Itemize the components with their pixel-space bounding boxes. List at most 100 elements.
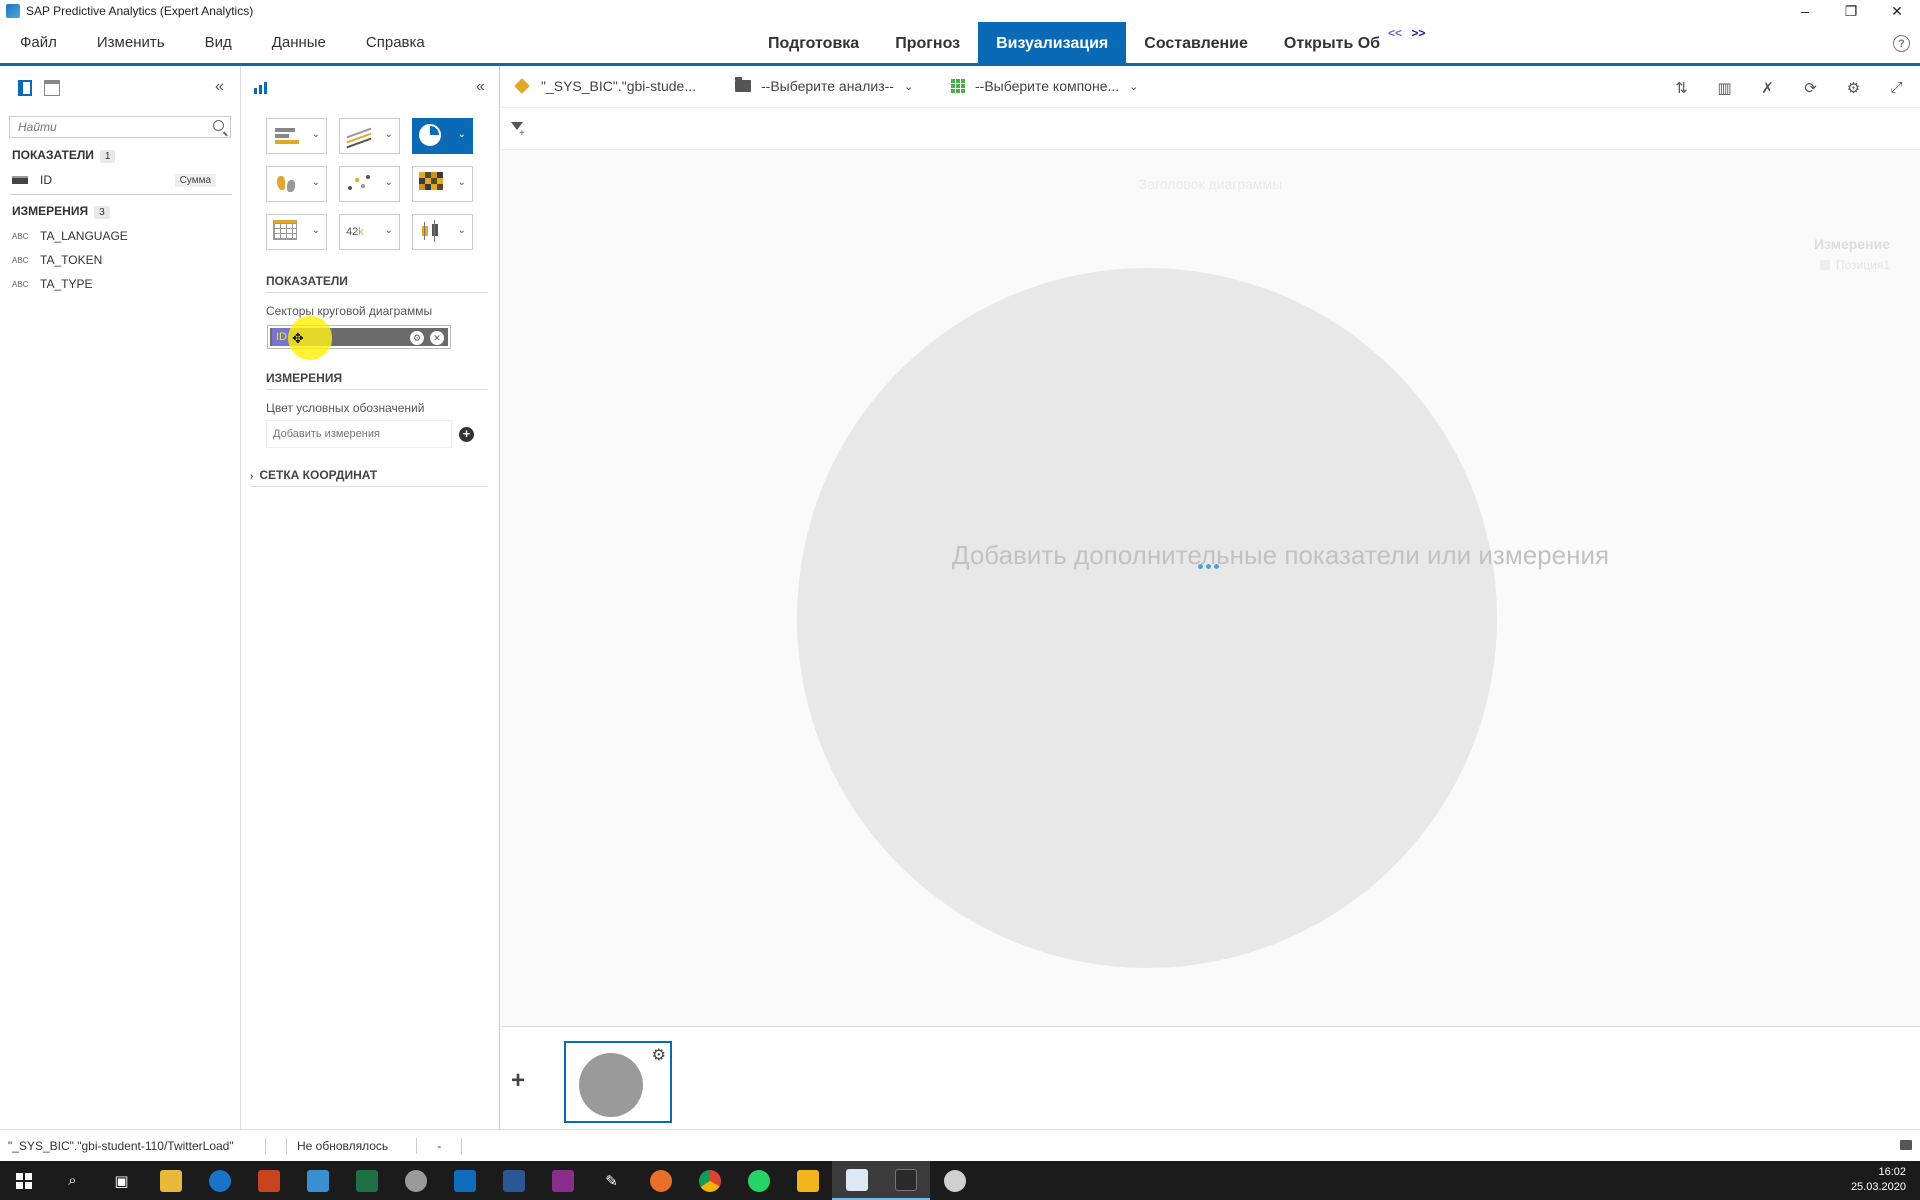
chevron-down-icon: ⌄: [311, 177, 320, 188]
edge-icon[interactable]: [195, 1161, 244, 1200]
chrome-icon[interactable]: [685, 1161, 734, 1200]
analytics-icon[interactable]: [783, 1161, 832, 1200]
dimension-item-ta-type[interactable]: ABC TA_TYPE: [12, 274, 232, 294]
task-view-icon[interactable]: ▣: [97, 1161, 146, 1200]
dimension-item-ta-token[interactable]: ABC TA_TOKEN: [12, 250, 232, 270]
chevron-down-icon: ⌄: [311, 129, 320, 140]
app-icon[interactable]: [293, 1161, 342, 1200]
object-view-icon[interactable]: [18, 80, 32, 96]
file-explorer-icon[interactable]: [146, 1161, 195, 1200]
search-taskbar-icon[interactable]: ⌕: [48, 1161, 97, 1200]
add-dimension-button[interactable]: +: [459, 427, 474, 442]
sort-icon[interactable]: ⇅: [1672, 78, 1691, 97]
start-button[interactable]: [0, 1161, 48, 1200]
line-chart-button[interactable]: ⌄: [339, 118, 400, 154]
word-icon[interactable]: [489, 1161, 538, 1200]
grid-view-icon[interactable]: [44, 80, 60, 96]
comment-icon[interactable]: [1900, 1140, 1912, 1150]
dataset-icon: [514, 78, 530, 94]
component-selector[interactable]: --Выберите компоне... ⌄: [951, 78, 1138, 94]
settings-gear-icon[interactable]: ⚙: [1844, 78, 1863, 97]
geo-chart-button[interactable]: ⌄: [266, 166, 327, 202]
table-chart-button[interactable]: ⌄: [266, 214, 327, 250]
menu-help[interactable]: Справка: [346, 34, 445, 51]
add-filter-icon[interactable]: [511, 122, 525, 139]
box-plot-icon: [419, 220, 447, 244]
bar-chart-button[interactable]: ⌄: [266, 118, 327, 154]
search-icon[interactable]: [213, 120, 224, 131]
menu-file[interactable]: Файл: [0, 34, 77, 51]
measure-item-id[interactable]: ID Сумма: [12, 170, 232, 190]
powerpoint-icon[interactable]: [244, 1161, 293, 1200]
status-dash: -: [437, 1138, 442, 1153]
chevron-right-icon: ›: [250, 471, 254, 482]
divider: [461, 1137, 463, 1154]
pdf-icon[interactable]: [538, 1161, 587, 1200]
chevron-down-icon: ⌄: [457, 129, 466, 140]
tab-compose[interactable]: Составление: [1126, 22, 1266, 66]
rank-icon[interactable]: ▥: [1715, 78, 1734, 97]
tab-share[interactable]: Открыть Об: [1266, 22, 1398, 66]
numeric-point-suffix: k: [358, 226, 364, 238]
loading-spinner: [1198, 564, 1219, 569]
tab-predict[interactable]: Прогноз: [877, 22, 978, 66]
excel-icon[interactable]: [342, 1161, 391, 1200]
add-page-button[interactable]: +: [511, 1067, 525, 1095]
builder-measures-title: ПОКАЗАТЕЛИ: [266, 274, 348, 288]
search-input[interactable]: [10, 117, 200, 137]
add-dimension-input[interactable]: [267, 421, 447, 447]
aggregation-badge[interactable]: Сумма: [174, 173, 216, 187]
dataset-selector[interactable]: "_SYS_BIC"."gbi-stude...: [514, 78, 696, 94]
whatsapp-icon[interactable]: [734, 1161, 783, 1200]
menu-data[interactable]: Данные: [252, 34, 346, 51]
video-editor-icon[interactable]: [881, 1161, 930, 1200]
close-button[interactable]: ✕: [1874, 0, 1920, 22]
tab-visualize[interactable]: Визуализация: [978, 22, 1127, 66]
firefox-icon[interactable]: [636, 1161, 685, 1200]
pie-placeholder: [797, 268, 1497, 968]
refresh-icon[interactable]: ⟳: [1801, 78, 1820, 97]
help-icon[interactable]: ?: [1893, 35, 1910, 52]
menu-view[interactable]: Вид: [185, 34, 252, 51]
pen-icon[interactable]: ✎: [587, 1161, 636, 1200]
sap-predictive-icon[interactable]: [832, 1161, 881, 1200]
folder-icon: [735, 77, 751, 92]
collapse-data-pane-button[interactable]: «: [215, 78, 224, 96]
measure-chip-id[interactable]: ID ✥ ⚙ ✕: [267, 316, 451, 360]
analysis-selector[interactable]: --Выберите анализ-- ⌄: [735, 77, 913, 94]
numeric-point-value: 42: [346, 226, 359, 238]
fullscreen-icon[interactable]: ⤢: [1887, 78, 1906, 97]
outlook-icon[interactable]: [440, 1161, 489, 1200]
clear-filter-icon[interactable]: ✗: [1758, 78, 1777, 97]
tab-scroll-left-button[interactable]: <<: [1388, 26, 1402, 40]
grid-section-toggle[interactable]: › СЕТКА КООРДИНАТ: [250, 468, 377, 482]
chart-builder-icon[interactable]: [254, 82, 267, 94]
collapse-builder-button[interactable]: «: [476, 78, 485, 96]
chip-remove-icon[interactable]: ✕: [430, 331, 444, 345]
menu-bar: Файл Изменить Вид Данные Справка Подгото…: [0, 22, 1920, 66]
system-clock[interactable]: 16:02 25.03.2020: [1851, 1165, 1906, 1195]
numeric-point-button[interactable]: 42 k ⌄: [339, 214, 400, 250]
recorder-icon[interactable]: [930, 1161, 979, 1200]
tab-prepare[interactable]: Подготовка: [750, 22, 877, 66]
heatmap-chart-button[interactable]: ⌄: [412, 166, 473, 202]
menu-edit[interactable]: Изменить: [77, 34, 185, 51]
dimension-item-ta-language[interactable]: ABC TA_LANGUAGE: [12, 226, 232, 246]
numeric-point-icon: 42 k: [346, 220, 374, 244]
table-icon: [273, 220, 301, 244]
minimize-button[interactable]: –: [1782, 0, 1828, 22]
gear-icon[interactable]: ⚙: [652, 1045, 666, 1065]
divider: [416, 1137, 418, 1154]
chart-title[interactable]: Заголовок диаграммы: [501, 176, 1920, 192]
paint-icon[interactable]: [391, 1161, 440, 1200]
box-plot-button[interactable]: ⌄: [412, 214, 473, 250]
page-thumbnail[interactable]: ⚙: [564, 1041, 672, 1123]
pie-chart-button[interactable]: ⌄: [412, 118, 473, 154]
string-type-icon: ABC: [12, 255, 29, 265]
chevron-down-icon: ⌄: [384, 225, 393, 236]
restore-button[interactable]: ❐: [1828, 0, 1874, 22]
chip-settings-icon[interactable]: ⚙: [410, 331, 424, 345]
tab-scroll-right-button[interactable]: >>: [1411, 26, 1425, 40]
divider: [286, 1137, 287, 1154]
scatter-chart-button[interactable]: ⌄: [339, 166, 400, 202]
